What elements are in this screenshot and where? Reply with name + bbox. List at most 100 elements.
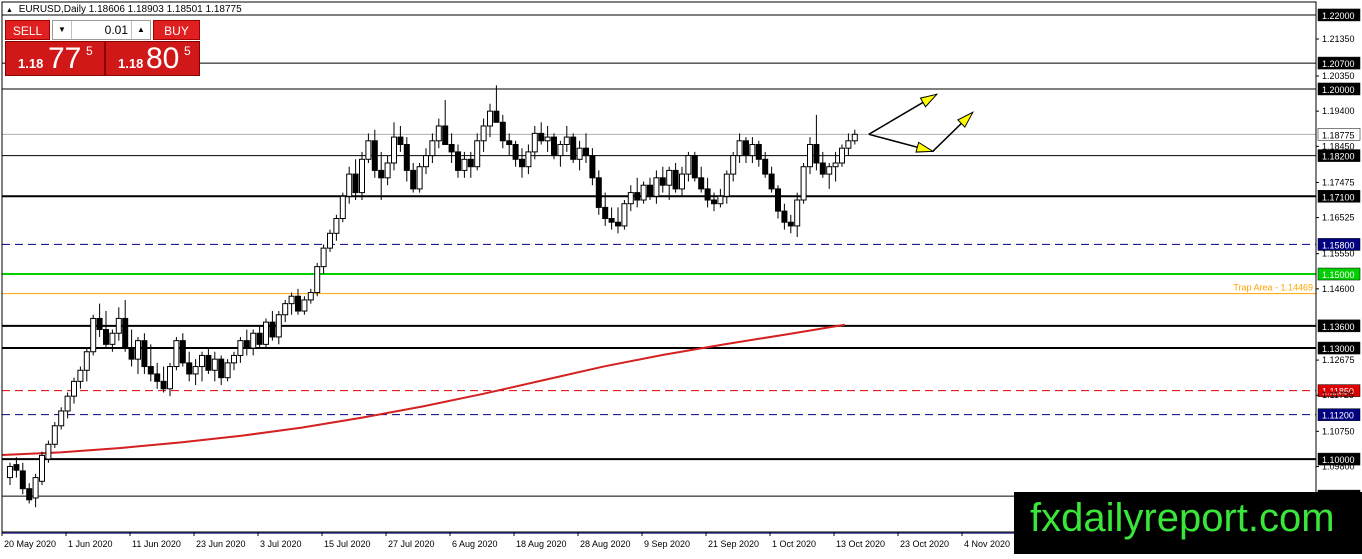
candle-body <box>243 340 250 349</box>
candle-body <box>621 203 628 227</box>
candle-body <box>71 380 77 397</box>
price-level-label: 1.20700 <box>1322 59 1355 69</box>
candle-body <box>768 173 775 190</box>
candle-body <box>467 158 474 168</box>
price-level-label: 1.13600 <box>1322 322 1355 332</box>
candle-body <box>147 366 154 375</box>
candle <box>327 229 333 252</box>
price-level-label: 1.22000 <box>1322 11 1355 21</box>
candle-body <box>608 218 615 223</box>
candle-body <box>442 125 449 145</box>
lot-size-input[interactable]: 0.01 <box>73 21 128 39</box>
candle-body <box>499 121 506 142</box>
price-tick-label: 1.10750 <box>1322 426 1355 436</box>
sell-price-fraction: 5 <box>86 44 93 58</box>
candle-body <box>602 206 609 220</box>
candle-body <box>275 314 282 338</box>
candle-body <box>327 232 333 249</box>
lot-size-stepper[interactable]: ▼ 0.01 ▲ <box>52 20 151 40</box>
candle-body <box>730 155 737 175</box>
price-tick-label: 1.09800 <box>1322 461 1355 471</box>
buy-price-fraction: 5 <box>184 44 191 58</box>
ohlc-readout: 1.18606 1.18903 1.18501 1.18775 <box>88 4 242 15</box>
candle <box>224 359 231 382</box>
candle-body <box>666 169 673 186</box>
candle-body <box>90 317 97 353</box>
price-tick-label: 1.21350 <box>1322 34 1355 44</box>
candle <box>839 144 845 167</box>
collapse-icon[interactable]: ▲ <box>6 7 13 14</box>
candle <box>45 440 52 463</box>
candle-body <box>307 292 314 301</box>
candle-body <box>794 199 801 227</box>
candle-body <box>51 425 58 445</box>
candle-body <box>851 133 858 142</box>
candle-body <box>32 477 39 499</box>
candle <box>173 336 180 371</box>
sell-price-pips: 77 <box>48 42 82 75</box>
candle-body <box>570 136 577 160</box>
candle-body <box>109 332 116 345</box>
candle-body <box>19 470 26 490</box>
candle-body <box>378 169 385 179</box>
candle-body <box>205 354 212 371</box>
candle-body <box>269 321 276 338</box>
candle-body <box>346 173 353 197</box>
candle-body <box>365 140 372 160</box>
price-tick-label: 1.12675 <box>1322 355 1355 365</box>
candle-body <box>224 362 231 379</box>
watermark: fxdailyreport.com <box>1014 492 1362 554</box>
price-level-label: 1.13000 <box>1322 344 1355 354</box>
candle <box>640 181 647 204</box>
price-tick-label: 1.11725 <box>1322 390 1354 400</box>
price-tick-label: 1.15550 <box>1322 249 1355 259</box>
candle-body <box>455 151 461 171</box>
price-level-label: 1.15000 <box>1322 270 1355 280</box>
candle-body <box>397 136 404 145</box>
candle-body <box>659 177 666 186</box>
candle-body <box>333 218 340 234</box>
candle-body <box>698 177 705 190</box>
candle-body <box>704 188 711 201</box>
candle <box>51 422 58 448</box>
time-tick-label: 20 May 2020 <box>4 539 56 549</box>
sell-button[interactable]: SELL <box>5 20 50 40</box>
candle <box>359 151 365 201</box>
candle-body <box>371 140 378 171</box>
candle-body <box>384 162 391 179</box>
candle <box>90 314 97 356</box>
time-tick-label: 15 Jul 2020 <box>324 539 371 549</box>
candle-body <box>461 158 468 171</box>
candle-body <box>122 317 129 349</box>
price-chart[interactable]: 1.22000 1.21350 1.20700 1.20350 1.20000 1.194… <box>0 0 1362 554</box>
candle-body <box>627 192 634 205</box>
candle-body <box>845 140 852 149</box>
candle-body <box>595 177 602 208</box>
candle-body <box>711 199 717 205</box>
candle-body <box>256 332 263 345</box>
candle-body <box>429 140 436 157</box>
candle-body <box>493 110 500 123</box>
buy-price-quote[interactable]: 1.18 80 5 <box>105 41 200 76</box>
candle-body <box>717 195 724 205</box>
candle <box>621 200 628 230</box>
price-level-label: 1.18775 <box>1322 130 1355 140</box>
candle-body <box>77 369 84 382</box>
increase-lot-icon[interactable]: ▲ <box>131 21 150 39</box>
candle-body <box>749 143 756 157</box>
candle-body <box>480 125 487 142</box>
candle-body <box>634 192 641 201</box>
candle-body <box>179 340 186 364</box>
buy-button[interactable]: BUY <box>153 20 200 40</box>
candle-body <box>403 143 410 171</box>
candle-body <box>615 221 621 227</box>
candle-body <box>218 358 225 379</box>
sell-price-quote[interactable]: 1.18 77 5 <box>5 41 105 76</box>
decrease-lot-icon[interactable]: ▼ <box>53 21 72 39</box>
candle-body <box>807 143 813 168</box>
candle-body <box>474 140 481 168</box>
chart-background <box>0 0 1362 554</box>
candle-body <box>819 162 826 175</box>
candle-body <box>813 143 820 164</box>
candle-body <box>775 188 781 212</box>
